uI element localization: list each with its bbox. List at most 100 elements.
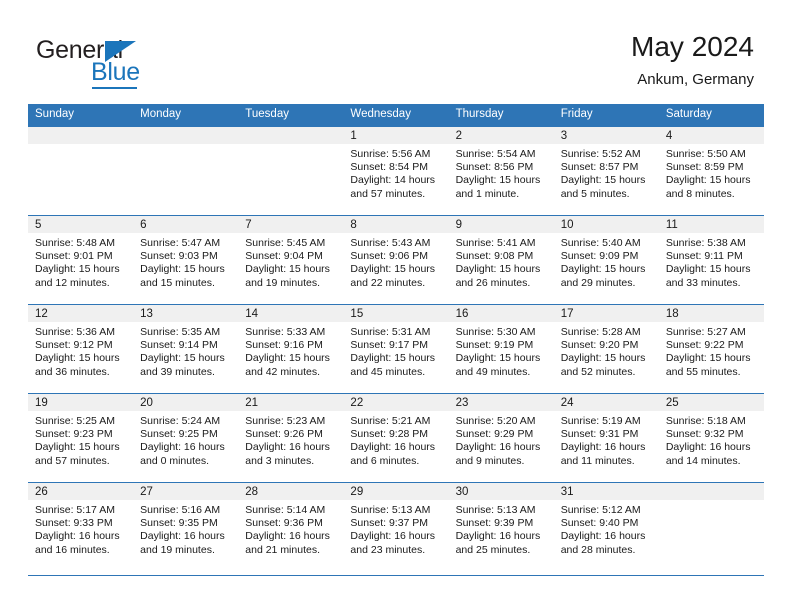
daylight-text-line2: and 26 minutes. — [455, 276, 531, 289]
calendar-page: General Blue May 2024 Ankum, Germany Sun… — [0, 0, 792, 612]
sunset-text: Sunset: 9:14 PM — [140, 338, 218, 351]
calendar-day-cell[interactable]: 5 Sunrise: 5:48 AM Sunset: 9:01 PM Daylight… — [28, 214, 134, 304]
day-number: 17 — [553, 304, 659, 322]
day-details: Sunrise: 5:14 AM Sunset: 9:36 PM Daylight:… — [238, 500, 343, 558]
calendar-day-cell[interactable]: 28 Sunrise: 5:14 AM Sunset: 9:36 PM Dayligh… — [238, 481, 344, 571]
day-details: Sunrise: 5:12 AM Sunset: 9:40 PM Daylight:… — [554, 500, 659, 558]
sunset-text: Sunset: 9:26 PM — [245, 427, 323, 440]
calendar-day-cell[interactable]: 8 Sunrise: 5:43 AM Sunset: 9:06 PM Daylight… — [343, 214, 449, 304]
sunrise-text: Sunrise: 5:24 AM — [140, 414, 221, 427]
daylight-text-line1: Daylight: 15 hours — [455, 174, 541, 187]
sunrise-text: Sunrise: 5:30 AM — [455, 325, 536, 338]
dow-header-wednesday: Wednesday — [343, 104, 449, 126]
calendar-day-cell[interactable]: 26 Sunrise: 5:17 AM Sunset: 9:33 PM Dayligh… — [28, 481, 134, 571]
sunrise-text: Sunrise: 5:27 AM — [665, 325, 746, 338]
daylight-text-line1: Daylight: 15 hours — [245, 352, 330, 365]
calendar-day-cell[interactable]: 14 Sunrise: 5:33 AM Sunset: 9:16 PM Dayligh… — [238, 303, 344, 393]
daylight-text-line2: and 0 minutes. — [140, 454, 210, 467]
sunrise-text: Sunrise: 5:56 AM — [350, 147, 431, 160]
calendar-day-cell[interactable]: 11 Sunrise: 5:38 AM Sunset: 9:11 PM Dayligh… — [658, 214, 764, 304]
day-number: 22 — [343, 393, 449, 411]
day-number — [28, 126, 134, 144]
dow-header-tuesday: Tuesday — [238, 104, 344, 126]
day-details: Sunrise: 5:56 AM Sunset: 8:54 PM Daylight:… — [343, 144, 448, 202]
calendar-week-row: 19 Sunrise: 5:25 AM Sunset: 9:23 PM Dayligh… — [28, 392, 764, 482]
day-number: 14 — [238, 304, 344, 322]
calendar-day-cell[interactable]: 23 Sunrise: 5:20 AM Sunset: 9:29 PM Dayligh… — [448, 392, 554, 482]
day-number: 30 — [448, 482, 554, 500]
calendar-week-row: 5 Sunrise: 5:48 AM Sunset: 9:01 PM Daylight… — [28, 214, 764, 304]
day-number: 27 — [133, 482, 239, 500]
sunset-text: Sunset: 9:33 PM — [35, 516, 113, 529]
calendar-day-cell[interactable]: 22 Sunrise: 5:21 AM Sunset: 9:28 PM Dayligh… — [343, 392, 449, 482]
calendar-grid: Sunday Monday Tuesday Wednesday Thursday… — [28, 104, 764, 571]
day-number — [238, 126, 344, 144]
day-details: Sunrise: 5:24 AM Sunset: 9:25 PM Daylight:… — [133, 411, 238, 469]
daylight-text-line1: Daylight: 15 hours — [35, 441, 120, 454]
calendar-day-cell[interactable]: 7 Sunrise: 5:45 AM Sunset: 9:04 PM Daylight… — [238, 214, 344, 304]
day-details: Sunrise: 5:54 AM Sunset: 8:56 PM Daylight:… — [449, 144, 554, 202]
calendar-day-cell[interactable]: 31 Sunrise: 5:12 AM Sunset: 9:40 PM Dayligh… — [553, 481, 659, 571]
sunset-text: Sunset: 8:59 PM — [665, 160, 744, 173]
daylight-text-line1: Daylight: 15 hours — [665, 352, 751, 365]
daylight-text-line1: Daylight: 15 hours — [665, 263, 751, 276]
day-number: 31 — [553, 482, 659, 500]
daylight-text-line2: and 57 minutes. — [350, 187, 426, 200]
daylight-text-line1: Daylight: 15 hours — [560, 263, 646, 276]
daylight-text-line2: and 6 minutes. — [350, 454, 420, 467]
calendar-day-cell[interactable]: 17 Sunrise: 5:28 AM Sunset: 9:20 PM Dayligh… — [553, 303, 659, 393]
day-details: Sunrise: 5:36 AM Sunset: 9:12 PM Daylight:… — [28, 322, 133, 380]
calendar-day-cell[interactable]: 6 Sunrise: 5:47 AM Sunset: 9:03 PM Daylight… — [133, 214, 239, 304]
calendar-day-cell[interactable]: 30 Sunrise: 5:13 AM Sunset: 9:39 PM Dayligh… — [448, 481, 554, 571]
day-number: 4 — [658, 126, 764, 144]
sunset-text: Sunset: 9:22 PM — [665, 338, 744, 351]
daylight-text-line2: and 25 minutes. — [455, 543, 531, 556]
dow-header-sunday: Sunday — [28, 104, 134, 126]
day-number: 18 — [658, 304, 764, 322]
daylight-text-line1: Daylight: 15 hours — [35, 352, 120, 365]
sunrise-text: Sunrise: 5:13 AM — [455, 503, 536, 516]
daylight-text-line1: Daylight: 16 hours — [35, 530, 120, 543]
calendar-day-cell[interactable]: 18 Sunrise: 5:27 AM Sunset: 9:22 PM Dayligh… — [658, 303, 764, 393]
calendar-day-cell[interactable]: 4 Sunrise: 5:50 AM Sunset: 8:59 PM Daylight… — [658, 125, 764, 215]
sunrise-text: Sunrise: 5:28 AM — [560, 325, 641, 338]
calendar-day-cell[interactable]: 19 Sunrise: 5:25 AM Sunset: 9:23 PM Dayligh… — [28, 392, 134, 482]
calendar-day-cell[interactable]: 13 Sunrise: 5:35 AM Sunset: 9:14 PM Dayligh… — [133, 303, 239, 393]
daylight-text-line2: and 52 minutes. — [560, 365, 636, 378]
page-header: General Blue May 2024 Ankum, Germany — [0, 0, 792, 104]
calendar-day-cell[interactable]: 25 Sunrise: 5:18 AM Sunset: 9:32 PM Dayligh… — [658, 392, 764, 482]
sunrise-text: Sunrise: 5:52 AM — [560, 147, 641, 160]
calendar-day-cell[interactable]: 15 Sunrise: 5:31 AM Sunset: 9:17 PM Dayligh… — [343, 303, 449, 393]
calendar-day-cell[interactable]: 29 Sunrise: 5:13 AM Sunset: 9:37 PM Dayligh… — [343, 481, 449, 571]
day-details: Sunrise: 5:41 AM Sunset: 9:08 PM Daylight:… — [449, 233, 554, 291]
calendar-day-cell[interactable]: 16 Sunrise: 5:30 AM Sunset: 9:19 PM Dayligh… — [448, 303, 554, 393]
sunset-text: Sunset: 9:06 PM — [350, 249, 429, 262]
day-number: 7 — [238, 215, 344, 233]
daylight-text-line2: and 28 minutes. — [560, 543, 636, 556]
calendar-day-cell[interactable]: 3 Sunrise: 5:52 AM Sunset: 8:57 PM Daylight… — [553, 125, 659, 215]
sunset-text: Sunset: 9:19 PM — [455, 338, 534, 351]
sunset-text: Sunset: 8:56 PM — [455, 160, 534, 173]
day-number: 10 — [553, 215, 659, 233]
daylight-text-line1: Daylight: 16 hours — [560, 441, 646, 454]
calendar-day-cell[interactable]: 10 Sunrise: 5:40 AM Sunset: 9:09 PM Dayligh… — [553, 214, 659, 304]
sunrise-text: Sunrise: 5:31 AM — [350, 325, 431, 338]
day-number: 1 — [343, 126, 449, 144]
calendar-day-cell[interactable]: 1 Sunrise: 5:56 AM Sunset: 8:54 PM Daylight… — [343, 125, 449, 215]
daylight-text-line1: Daylight: 16 hours — [245, 530, 330, 543]
calendar-day-cell[interactable]: 9 Sunrise: 5:41 AM Sunset: 9:08 PM Daylight… — [448, 214, 554, 304]
sunset-text: Sunset: 9:01 PM — [35, 249, 113, 262]
sunset-text: Sunset: 9:20 PM — [560, 338, 639, 351]
daylight-text-line2: and 23 minutes. — [350, 543, 426, 556]
calendar-day-cell[interactable]: 2 Sunrise: 5:54 AM Sunset: 8:56 PM Daylight… — [448, 125, 554, 215]
calendar-day-cell[interactable]: 24 Sunrise: 5:19 AM Sunset: 9:31 PM Dayligh… — [553, 392, 659, 482]
calendar-day-cell[interactable]: 21 Sunrise: 5:23 AM Sunset: 9:26 PM Dayligh… — [238, 392, 344, 482]
calendar-day-cell[interactable]: 20 Sunrise: 5:24 AM Sunset: 9:25 PM Dayligh… — [133, 392, 239, 482]
sunset-text: Sunset: 9:11 PM — [665, 249, 743, 262]
sunrise-text: Sunrise: 5:48 AM — [35, 236, 115, 249]
calendar-day-cell[interactable]: 12 Sunrise: 5:36 AM Sunset: 9:12 PM Dayligh… — [28, 303, 134, 393]
day-details: Sunrise: 5:33 AM Sunset: 9:16 PM Daylight:… — [238, 322, 343, 380]
calendar-day-cell[interactable]: 27 Sunrise: 5:16 AM Sunset: 9:35 PM Dayligh… — [133, 481, 239, 571]
daylight-text-line2: and 36 minutes. — [35, 365, 110, 378]
daylight-text-line2: and 3 minutes. — [245, 454, 315, 467]
